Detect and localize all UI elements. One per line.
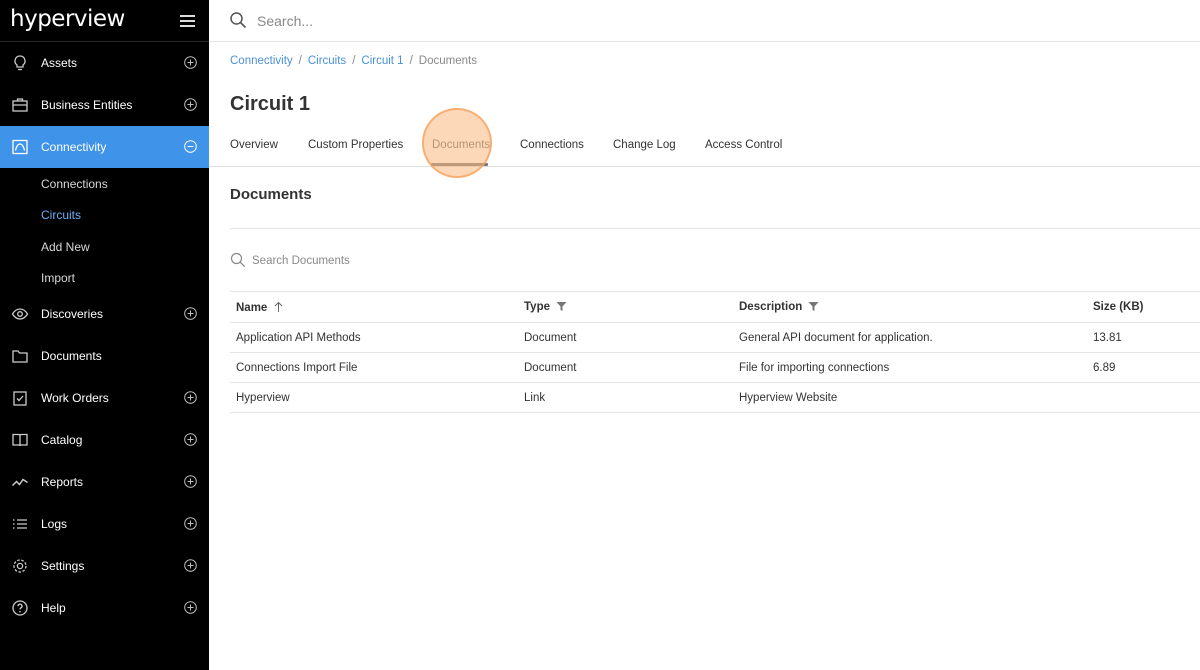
expand-plus-icon[interactable]: [184, 601, 197, 614]
sidebar-item-label: Logs: [41, 517, 68, 531]
expand-plus-icon[interactable]: [184, 307, 197, 320]
tab-bar: Overview Custom Properties Documents Con…: [209, 132, 1200, 167]
sidebar-item-settings[interactable]: Settings: [0, 545, 209, 587]
page-title: Circuit 1: [230, 93, 311, 115]
sidebar-item-assets[interactable]: Assets: [0, 42, 209, 84]
cell-name[interactable]: Application API Methods: [230, 322, 518, 353]
gear-icon: [13, 559, 27, 573]
column-header-type[interactable]: Type: [518, 291, 733, 323]
table-row[interactable]: Connections Import File Document File fo…: [230, 352, 1200, 383]
expand-plus-icon[interactable]: [184, 475, 197, 488]
expand-plus-icon[interactable]: [184, 56, 197, 69]
sort-ascending-icon[interactable]: [274, 301, 283, 313]
tab-documents[interactable]: Documents: [432, 139, 490, 151]
tab-access-control[interactable]: Access Control: [705, 139, 782, 151]
sidebar-item-label: Connectivity: [41, 140, 107, 154]
brand-bar: hyperview: [0, 0, 209, 42]
active-tab-indicator: [431, 163, 488, 166]
expand-plus-icon[interactable]: [184, 391, 197, 404]
sidebar-subitem-connections[interactable]: Connections: [41, 177, 108, 191]
breadcrumb-current: Documents: [418, 55, 477, 67]
line-chart-icon: [11, 478, 28, 487]
cell-type: Document: [518, 352, 733, 383]
tab-connections[interactable]: Connections: [520, 139, 584, 151]
cell-name[interactable]: Connections Import File: [230, 352, 518, 383]
briefcase-icon: [12, 98, 28, 112]
sidebar-item-label: Assets: [41, 56, 78, 70]
column-header-description[interactable]: Description: [733, 291, 1087, 323]
section-divider: [230, 228, 1200, 229]
cell-description: General API document for application.: [733, 322, 1087, 353]
sidebar-item-label: Documents: [41, 349, 102, 363]
top-search-bar: [209, 0, 1200, 42]
tab-overview[interactable]: Overview: [230, 139, 278, 151]
sidebar-item-work-orders[interactable]: Work Orders: [0, 377, 209, 419]
menu-toggle-icon[interactable]: [180, 15, 195, 27]
cell-type: Link: [518, 382, 733, 413]
documents-search-input[interactable]: [252, 252, 552, 270]
breadcrumb-circuit-1[interactable]: Circuit 1: [361, 55, 403, 67]
sidebar-subitem-import[interactable]: Import: [41, 271, 75, 285]
cell-size: 6.89: [1087, 352, 1200, 383]
sidebar-item-label: Reports: [41, 475, 84, 489]
checklist-icon: [13, 391, 27, 406]
collapse-minus-icon[interactable]: [184, 140, 197, 153]
search-icon: [230, 252, 246, 268]
table-row[interactable]: Hyperview Link Hyperview Website: [230, 382, 1200, 413]
filter-icon[interactable]: [556, 301, 567, 312]
list-icon: [13, 519, 27, 529]
connectivity-icon: [12, 139, 28, 155]
cell-name[interactable]: Hyperview: [230, 382, 518, 413]
sidebar-item-help[interactable]: Help: [0, 587, 209, 629]
sidebar-item-label: Discoveries: [41, 307, 104, 321]
sidebar-item-reports[interactable]: Reports: [0, 461, 209, 503]
expand-plus-icon[interactable]: [184, 559, 197, 572]
folder-icon: [12, 350, 28, 363]
section-title: Documents: [230, 186, 312, 203]
help-icon: [12, 600, 28, 616]
tab-custom-properties[interactable]: Custom Properties: [308, 139, 403, 151]
cell-description: File for importing connections: [733, 352, 1087, 383]
sidebar-item-documents[interactable]: Documents: [0, 335, 209, 377]
sidebar-item-label: Help: [41, 601, 66, 615]
book-icon: [12, 433, 28, 447]
expand-plus-icon[interactable]: [184, 433, 197, 446]
sidebar-item-logs[interactable]: Logs: [0, 503, 209, 545]
breadcrumb-circuits[interactable]: Circuits: [308, 55, 346, 67]
documents-table: Name Type Description Size (KB) Applicat…: [230, 291, 1200, 413]
sidebar-item-catalog[interactable]: Catalog: [0, 419, 209, 461]
lightbulb-icon: [14, 55, 26, 71]
search-icon[interactable]: [229, 11, 247, 29]
sidebar-subitem-add-new[interactable]: Add New: [41, 240, 90, 254]
expand-plus-icon[interactable]: [184, 98, 197, 111]
table-header-row: Name Type Description Size (KB): [230, 291, 1200, 323]
sidebar: hyperview Assets Business Entities Conne…: [0, 0, 209, 670]
breadcrumb-connectivity[interactable]: Connectivity: [230, 55, 293, 67]
cell-size: 13.81: [1087, 322, 1200, 353]
sidebar-subitem-circuits[interactable]: Circuits: [41, 208, 81, 222]
sidebar-item-label: Business Entities: [41, 98, 133, 112]
sidebar-item-label: Settings: [41, 559, 85, 573]
breadcrumb: Connectivity / Circuits / Circuit 1/Document…: [230, 55, 477, 67]
column-header-name[interactable]: Name: [230, 291, 518, 323]
cell-type: Document: [518, 322, 733, 353]
filter-icon[interactable]: [808, 301, 819, 312]
sidebar-item-label: Catalog: [41, 433, 83, 447]
sidebar-item-connectivity[interactable]: Connectivity: [0, 126, 209, 168]
sidebar-item-business-entities[interactable]: Business Entities: [0, 84, 209, 126]
column-header-size[interactable]: Size (KB): [1087, 291, 1200, 323]
sidebar-item-label: Work Orders: [41, 391, 109, 405]
table-row[interactable]: Application API Methods Document General…: [230, 322, 1200, 353]
eye-icon: [11, 308, 29, 320]
cell-description: Hyperview Website: [733, 382, 1087, 413]
cell-size: [1087, 382, 1200, 413]
hyperview-logo[interactable]: hyperview: [10, 6, 125, 32]
global-search-input[interactable]: [257, 10, 857, 32]
expand-plus-icon[interactable]: [184, 517, 197, 530]
tab-change-log[interactable]: Change Log: [613, 139, 676, 151]
sidebar-item-discoveries[interactable]: Discoveries: [0, 293, 209, 335]
